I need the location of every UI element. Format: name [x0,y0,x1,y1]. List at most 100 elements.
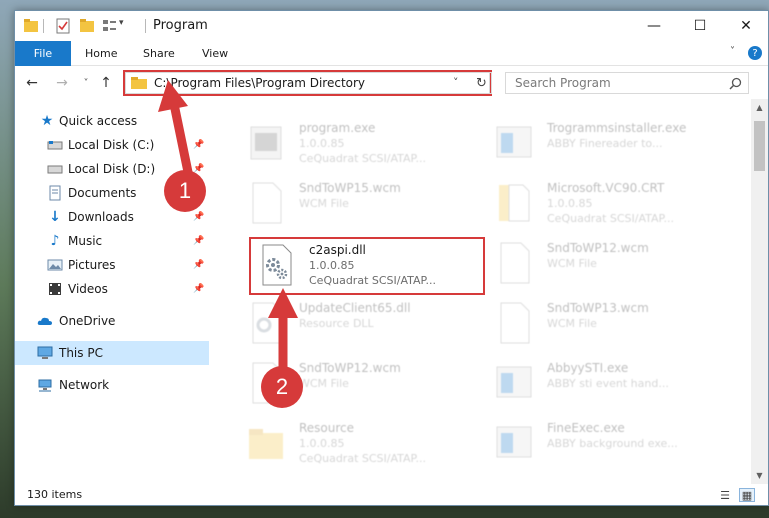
file-description: CeQuadrat SCSI/ATAP... [299,152,426,165]
tab-home[interactable]: Home [85,41,117,66]
scrollbar-thumb[interactable] [754,121,765,171]
cloud-icon [37,317,52,325]
pin-icon[interactable]: 📌 [193,236,204,246]
file-description: ABBY Finereader to... [547,137,663,150]
back-button[interactable]: ← [23,74,41,92]
file-icon [252,182,282,224]
large-icons-view-icon[interactable]: ▦ [739,488,755,502]
file-icon [500,302,530,344]
pin-icon[interactable]: 📌 [193,284,204,294]
file-version: 1.0.0.85 [299,437,345,450]
navigation-pane: ★ Quick access Local Disk (C:) 📌 Local D… [15,99,209,484]
star-icon: ★ [40,113,54,129]
folder-icon [249,429,283,459]
sidebar-item-label: Pictures [68,258,116,272]
manifest-file-icon [499,184,530,222]
tab-share[interactable]: Share [143,41,175,66]
file-name: SndToWP13.wcm [547,301,649,315]
computer-icon [37,346,53,359]
file-item[interactable]: UpdateClient65.dll Resource DLL [239,295,479,351]
file-item[interactable]: SndToWP15.wcm WCM File [239,175,479,231]
folder-icon [24,19,38,32]
address-row: ← → ˅ ↑ C:\Program Files\Program Directo… [15,67,768,99]
window-title: Program [153,18,208,33]
sidebar-item-label: Local Disk (D:) [68,162,156,176]
file-name: Microsoft.VC90.CRT [547,181,665,195]
divider [145,19,146,33]
sidebar-item-local-disk-c[interactable]: Local Disk (C:) 📌 [15,133,209,157]
sidebar-item-videos[interactable]: Videos 📌 [15,277,209,301]
file-version: 1.0.0.85 [547,197,593,210]
divider [43,19,44,33]
file-description: ABBY background exe... [547,437,678,450]
file-item[interactable]: Trogrammsinstaller.exe ABBY Finereader t… [487,115,727,171]
exe-file-icon [496,426,532,458]
recent-locations-button[interactable]: ˅ [77,74,95,92]
close-button[interactable]: ✕ [723,11,768,41]
documents-icon [49,185,61,201]
sidebar-item-label: This PC [59,346,103,360]
file-item[interactable]: SndToWP13.wcm WCM File [487,295,727,351]
sidebar-item-quick-access[interactable]: ★ Quick access [15,109,209,133]
music-icon: ♪ [50,233,60,249]
sidebar-item-onedrive[interactable]: OneDrive [15,309,209,333]
pin-icon[interactable]: 📌 [193,212,204,222]
file-name: AbbyySTI.exe [547,361,629,375]
sidebar-item-label: Network [59,378,110,392]
file-item[interactable]: program.exe 1.0.0.85 CeQuadrat SCSI/ATAP… [239,115,479,171]
pin-icon[interactable]: 📌 [193,260,204,270]
step-badge-2: 2 [261,366,303,408]
sidebar-item-pictures[interactable]: Pictures 📌 [15,253,209,277]
file-type: Resource DLL [299,317,374,330]
pin-icon[interactable]: 📌 [193,140,204,150]
file-highlight-box [249,237,485,295]
maximize-button[interactable]: ☐ [677,11,723,41]
file-name: SndToWP12.wcm [299,361,401,375]
file-item[interactable]: FineExec.exe ABBY background exe... [487,415,727,471]
file-item[interactable]: Resource 1.0.0.85 CeQuadrat SCSI/ATAP... [239,415,479,471]
file-type: WCM File [299,377,349,390]
file-name: UpdateClient65.dll [299,301,411,315]
search-icon[interactable] [729,77,742,90]
vertical-scrollbar[interactable]: ▲ ▼ [751,99,768,484]
search-input[interactable]: Search Program [505,72,749,94]
sidebar-item-network[interactable]: Network [15,373,209,397]
customize-toolbar-icon[interactable]: ▾ [119,18,124,28]
tab-file[interactable]: File [15,41,71,66]
file-type: WCM File [299,197,349,210]
network-icon [38,379,52,392]
tab-view[interactable]: View [202,41,228,66]
drive-icon [47,165,63,174]
properties-icon[interactable] [55,17,71,35]
videos-icon [49,283,61,295]
forward-button[interactable]: → [53,74,71,92]
file-type: WCM File [547,317,597,330]
view-options-icon[interactable] [101,17,117,35]
sidebar-item-music[interactable]: ♪ Music 📌 [15,229,209,253]
file-type: WCM File [547,257,597,270]
help-icon[interactable]: ? [748,46,762,60]
exe-file-icon [496,366,532,398]
file-name: FineExec.exe [547,421,625,435]
chevron-down-icon[interactable]: ˅ [730,46,735,57]
file-description: ABBY sti event hand... [547,377,669,390]
sidebar-item-label: Local Disk (C:) [68,138,155,152]
refresh-button[interactable]: ↻ [472,72,492,94]
sidebar-item-this-pc[interactable]: This PC [15,341,209,365]
pictures-icon [47,259,63,271]
minimize-button[interactable]: — [631,11,677,41]
file-name: SndToWP15.wcm [299,181,401,195]
file-item[interactable]: SndToWP12.wcm WCM File [487,235,727,291]
file-icon [500,242,530,284]
scroll-down-arrow-icon[interactable]: ▼ [751,467,768,484]
new-folder-icon[interactable] [79,17,95,35]
details-view-icon[interactable]: ☰ [717,488,733,502]
search-placeholder: Search Program [515,76,611,90]
up-button[interactable]: ↑ [97,74,115,92]
sidebar-item-label: OneDrive [59,314,116,328]
scroll-up-arrow-icon[interactable]: ▲ [751,99,768,116]
status-bar: 130 items ☰ ▦ [15,484,768,505]
file-item[interactable]: AbbyySTI.exe ABBY sti event hand... [487,355,727,411]
file-item[interactable]: Microsoft.VC90.CRT 1.0.0.85 CeQuadrat SC… [487,175,727,231]
ribbon: File Home Share View ˅ ? [15,41,768,66]
